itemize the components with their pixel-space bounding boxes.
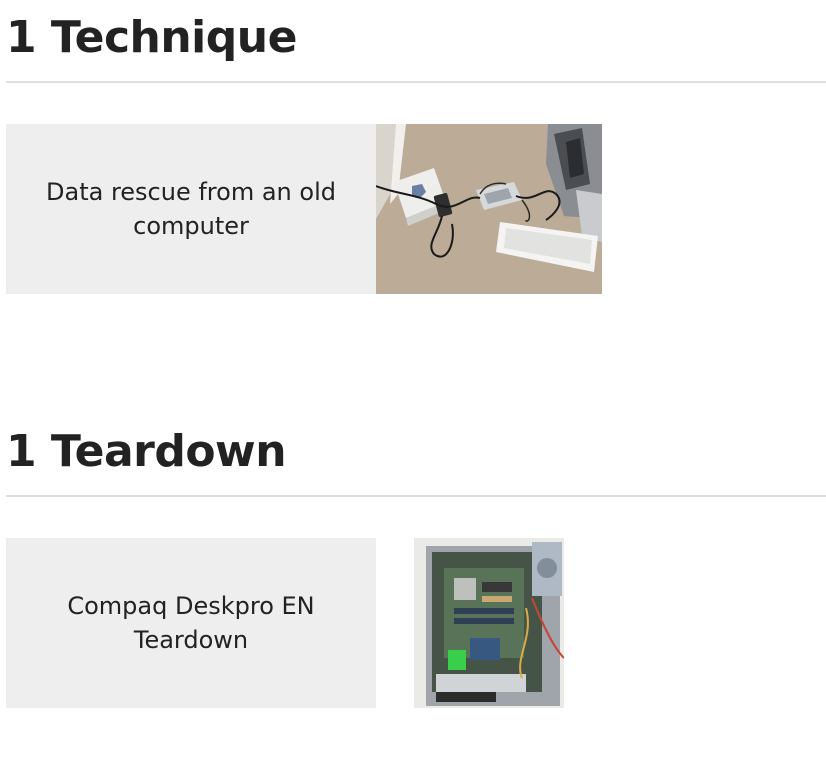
guide-card-compaq-teardown[interactable]: Compaq Deskpro EN Teardown [6,538,602,708]
guide-thumbnail-image [414,538,564,708]
guide-card-label: Compaq Deskpro EN Teardown [6,538,376,708]
guide-thumbnail-image [376,124,602,294]
guide-thumbnail-data-rescue[interactable] [376,124,602,294]
guide-card-data-rescue[interactable]: Data rescue from an old computer [6,124,602,294]
section-title-technique: 1 Technique [6,12,297,63]
section-title-teardown: 1 Teardown [6,426,287,477]
section-divider [6,495,826,497]
section-divider [6,81,826,83]
guide-thumbnail-compaq-teardown[interactable] [376,538,602,708]
guide-card-label: Data rescue from an old computer [6,124,376,294]
